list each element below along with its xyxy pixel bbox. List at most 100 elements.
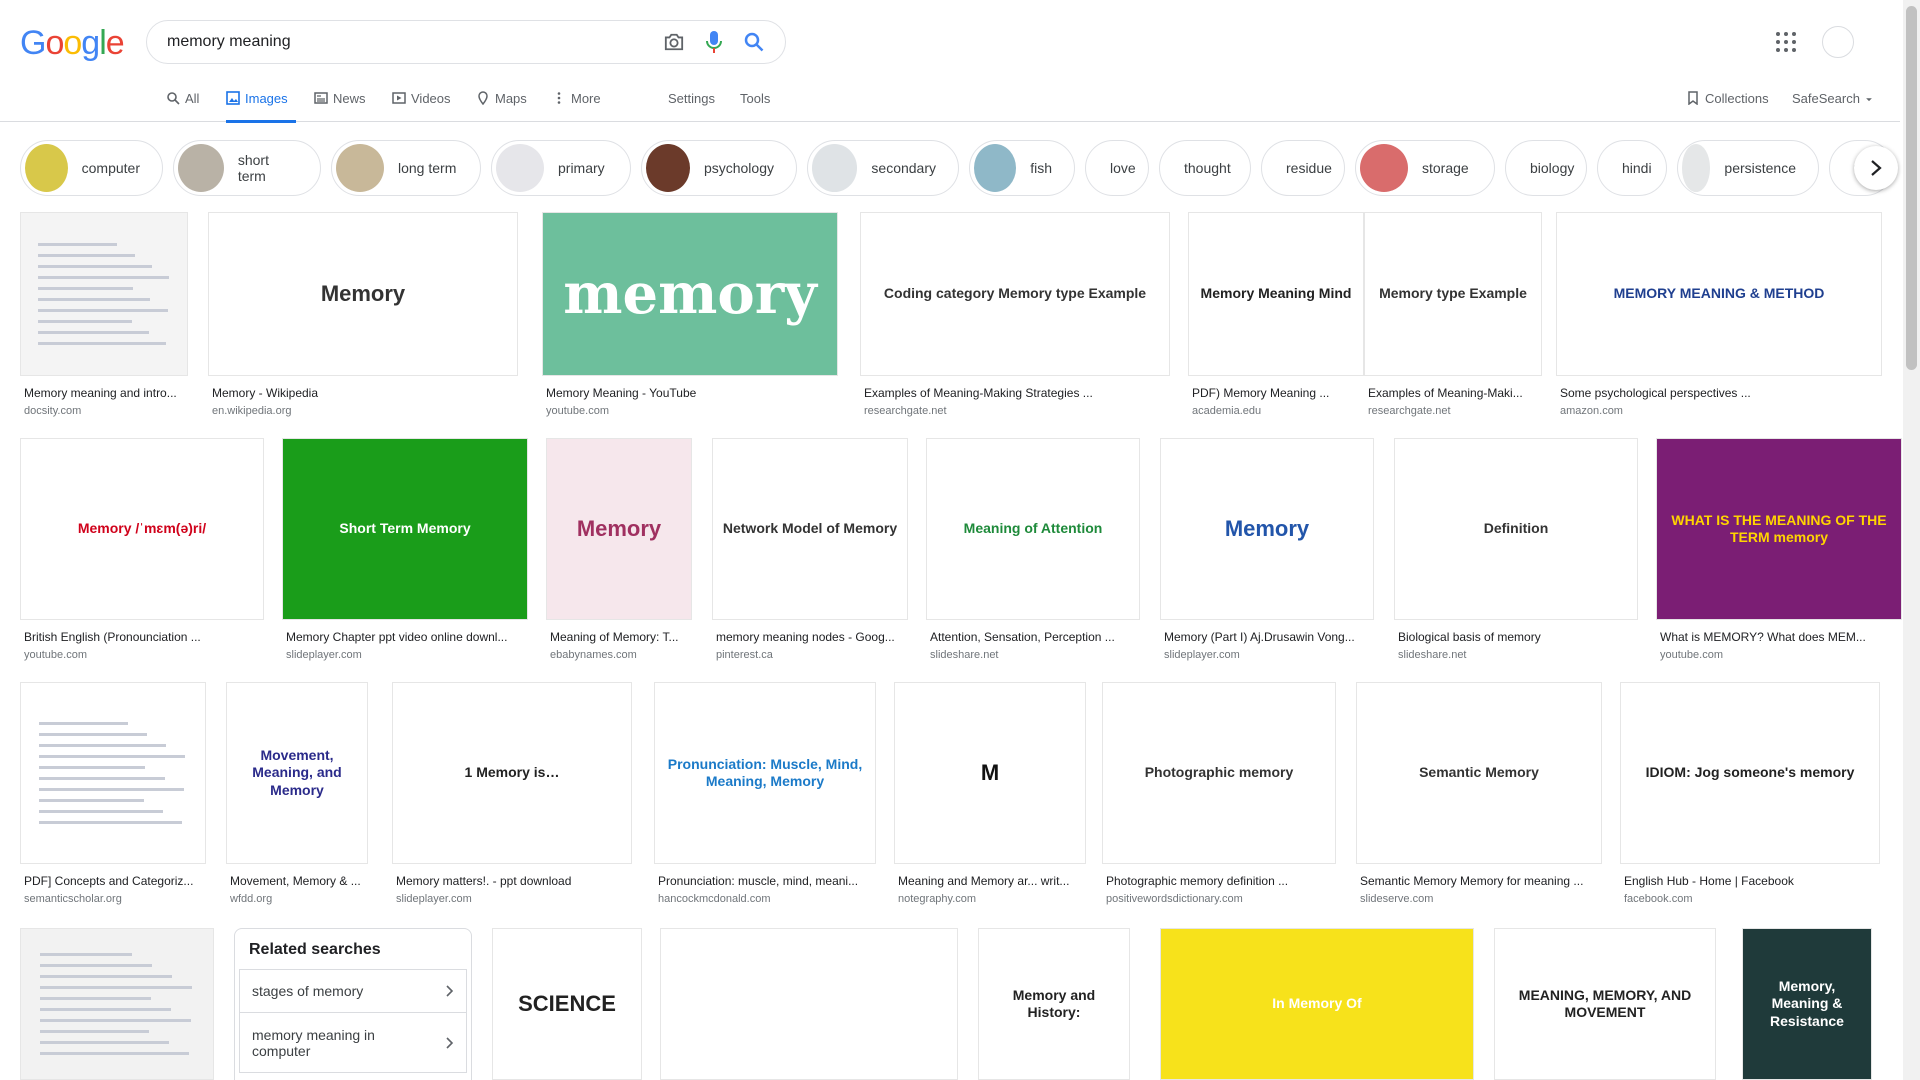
result-thumbnail[interactable] <box>20 212 188 376</box>
result-thumbnail[interactable]: Memory <box>546 438 692 620</box>
result-source[interactable]: researchgate.net <box>1368 405 1451 417</box>
related-search-item[interactable]: stages of memory <box>239 969 467 1013</box>
result-thumbnail[interactable]: Memory, Meaning & Resistance <box>1742 928 1872 1080</box>
related-search-item[interactable]: memory meaning in computer <box>239 1013 467 1073</box>
result-thumbnail[interactable]: Memory and Meaning <box>660 928 958 1080</box>
result-title[interactable]: memory meaning nodes - Goog... <box>716 630 904 644</box>
result-title[interactable]: What is MEMORY? What does MEM... <box>1660 630 1898 644</box>
result-thumbnail[interactable]: Photographic memory <box>1102 682 1336 864</box>
result-thumbnail[interactable]: Memory type Example <box>1364 212 1542 376</box>
result-source[interactable]: youtube.com <box>24 649 87 661</box>
tab-news[interactable]: News <box>314 88 366 122</box>
result-thumbnail[interactable]: Coding category Memory type Example <box>860 212 1170 376</box>
result-title[interactable]: Examples of Meaning-Maki... <box>1368 386 1538 400</box>
result-title[interactable]: Semantic Memory Memory for meaning ... <box>1360 874 1598 888</box>
result-title[interactable]: English Hub - Home | Facebook <box>1624 874 1876 888</box>
search-input[interactable] <box>167 33 647 51</box>
result-title[interactable]: Memory Meaning - YouTube <box>546 386 834 400</box>
chip-12[interactable]: hindi <box>1597 140 1667 196</box>
chip-13[interactable]: persistence <box>1677 140 1819 196</box>
result-thumbnail[interactable]: Memory <box>1160 438 1374 620</box>
result-title[interactable]: Examples of Meaning-Making Strategies ..… <box>864 386 1166 400</box>
settings-link[interactable]: Settings <box>668 88 715 122</box>
chip-0[interactable]: computer <box>20 140 163 196</box>
result-title[interactable]: Photographic memory definition ... <box>1106 874 1332 888</box>
search-icon[interactable] <box>741 29 767 55</box>
chip-4[interactable]: psychology <box>641 140 797 196</box>
chip-1[interactable]: short term <box>173 140 321 196</box>
microphone-icon[interactable] <box>701 29 727 55</box>
result-thumbnail[interactable]: MEMORY MEANING & METHOD <box>1556 212 1882 376</box>
result-title[interactable]: British English (Pronounciation ... <box>24 630 260 644</box>
result-source[interactable]: facebook.com <box>1624 893 1692 905</box>
chip-9[interactable]: residue <box>1261 140 1345 196</box>
result-source[interactable]: slideplayer.com <box>286 649 362 661</box>
result-thumbnail[interactable]: Memory and History: <box>978 928 1130 1080</box>
result-source[interactable]: en.wikipedia.org <box>212 405 292 417</box>
tab-all[interactable]: All <box>166 88 199 122</box>
safesearch-dropdown[interactable]: SafeSearch <box>1792 88 1873 122</box>
result-thumbnail[interactable]: Short Term Memory <box>282 438 528 620</box>
page-scrollbar[interactable] <box>1903 0 1920 1080</box>
camera-icon[interactable] <box>661 29 687 55</box>
chip-5[interactable]: secondary <box>807 140 959 196</box>
result-thumbnail[interactable]: Network Model of Memory <box>712 438 908 620</box>
tab-videos[interactable]: Videos <box>392 88 451 122</box>
result-source[interactable]: youtube.com <box>1660 649 1723 661</box>
chip-2[interactable]: long term <box>331 140 481 196</box>
result-source[interactable]: academia.edu <box>1192 405 1261 417</box>
search-box[interactable] <box>146 20 786 64</box>
result-source[interactable]: semanticscholar.org <box>24 893 122 905</box>
result-thumbnail[interactable]: MEANING, MEMORY, AND MOVEMENT <box>1494 928 1716 1080</box>
result-thumbnail[interactable]: SCIENCE <box>492 928 642 1080</box>
result-thumbnail[interactable]: 1 Memory is… <box>392 682 632 864</box>
result-title[interactable]: PDF] Concepts and Categoriz... <box>24 874 202 888</box>
result-thumbnail[interactable]: Pronunciation: Muscle, Mind, Meaning, Me… <box>654 682 876 864</box>
tools-link[interactable]: Tools <box>740 88 770 122</box>
result-thumbnail[interactable]: Definition <box>1394 438 1638 620</box>
result-source[interactable]: slideshare.net <box>1398 649 1467 661</box>
result-thumbnail[interactable]: Meaning of Attention <box>926 438 1140 620</box>
result-thumbnail[interactable]: Memory /ˈmɛm(ə)ri/ <box>20 438 264 620</box>
result-title[interactable]: Memory matters!. - ppt download <box>396 874 628 888</box>
chip-10[interactable]: storage <box>1355 140 1495 196</box>
chip-8[interactable]: thought <box>1159 140 1251 196</box>
result-title[interactable]: Memory meaning and intro... <box>24 386 184 400</box>
chip-3[interactable]: primary <box>491 140 631 196</box>
result-thumbnail[interactable]: WHAT IS THE MEANING OF THE TERM memory <box>1656 438 1902 620</box>
result-title[interactable]: Meaning and Memory ar... writ... <box>898 874 1082 888</box>
result-thumbnail[interactable]: Memory <box>208 212 518 376</box>
result-thumbnail[interactable]: In Memory Of <box>1160 928 1474 1080</box>
result-source[interactable]: slideserve.com <box>1360 893 1433 905</box>
collections-link[interactable]: Collections <box>1686 88 1769 122</box>
result-source[interactable]: pinterest.ca <box>716 649 773 661</box>
tab-more[interactable]: More <box>552 88 601 122</box>
apps-grid-icon[interactable] <box>1776 32 1796 52</box>
chip-6[interactable]: fish <box>969 140 1075 196</box>
tab-maps[interactable]: Maps <box>476 88 527 122</box>
result-title[interactable]: Meaning of Memory: T... <box>550 630 688 644</box>
result-thumbnail[interactable]: Semantic Memory <box>1356 682 1602 864</box>
result-title[interactable]: Biological basis of memory <box>1398 630 1634 644</box>
result-title[interactable]: Memory (Part I) Aj.Drusawin Vong... <box>1164 630 1370 644</box>
account-avatar[interactable] <box>1822 26 1854 58</box>
result-thumbnail[interactable]: Memory Meaning Mind <box>1188 212 1364 376</box>
result-source[interactable]: researchgate.net <box>864 405 947 417</box>
result-source[interactable]: slideplayer.com <box>396 893 472 905</box>
result-source[interactable]: slideplayer.com <box>1164 649 1240 661</box>
chip-11[interactable]: biology <box>1505 140 1587 196</box>
result-source[interactable]: positivewordsdictionary.com <box>1106 893 1243 905</box>
result-thumbnail[interactable]: IDIOM: Jog someone's memory <box>1620 682 1880 864</box>
result-title[interactable]: Movement, Memory & ... <box>230 874 364 888</box>
result-title[interactable]: Memory Chapter ppt video online downl... <box>286 630 524 644</box>
result-source[interactable]: hancockmcdonald.com <box>658 893 771 905</box>
result-title[interactable]: PDF) Memory Meaning ... <box>1192 386 1360 400</box>
result-source[interactable]: amazon.com <box>1560 405 1623 417</box>
result-thumbnail[interactable]: memory <box>542 212 838 376</box>
chips-next-button[interactable] <box>1854 146 1898 190</box>
result-source[interactable]: slideshare.net <box>930 649 999 661</box>
result-source[interactable]: notegraphy.com <box>898 893 976 905</box>
result-title[interactable]: Some psychological perspectives ... <box>1560 386 1878 400</box>
google-logo[interactable]: Google <box>20 24 125 63</box>
result-title[interactable]: Attention, Sensation, Perception ... <box>930 630 1136 644</box>
